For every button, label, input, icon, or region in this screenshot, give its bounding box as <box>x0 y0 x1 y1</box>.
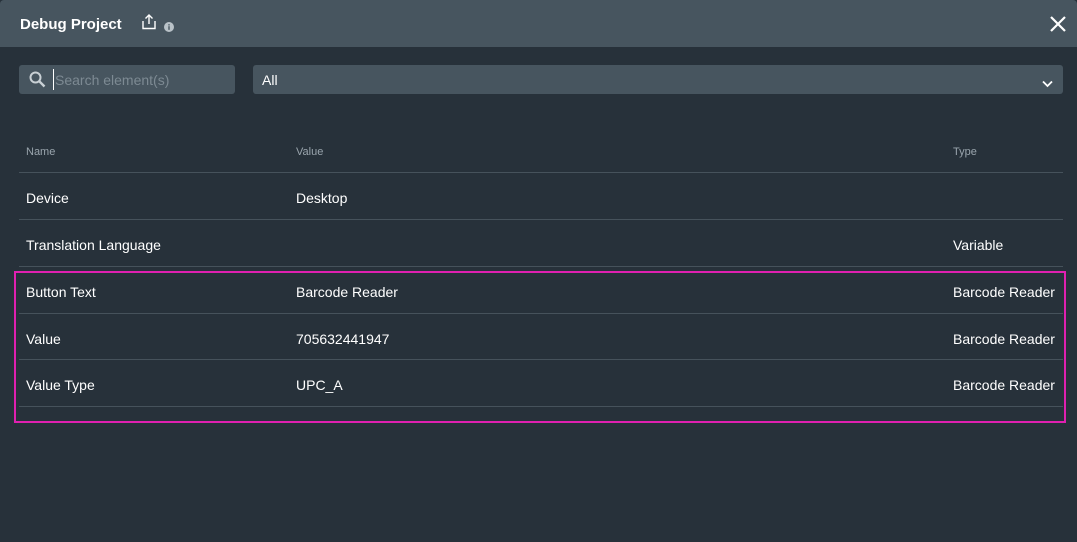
table-row[interactable]: Button Text Barcode Reader Barcode Reade… <box>19 267 1063 314</box>
column-header-value: Value <box>296 146 324 158</box>
table-row[interactable]: Value 705632441947 Barcode Reader <box>19 314 1063 360</box>
cell-value: 705632441947 <box>296 331 390 347</box>
table-row[interactable]: Value Type UPC_A Barcode Reader <box>19 360 1063 407</box>
dialog-title: Debug Project <box>20 16 122 33</box>
cell-value: Desktop <box>296 190 348 206</box>
search-icon <box>29 71 46 88</box>
cell-type: Barcode Reader <box>953 377 1055 393</box>
table-header: Name Value Type <box>19 130 1063 173</box>
cell-type: Barcode Reader <box>953 284 1055 300</box>
debug-table: Name Value Type Device Desktop Translati… <box>19 130 1063 407</box>
cell-name: Device <box>26 190 69 206</box>
cell-value: UPC_A <box>296 377 343 393</box>
cell-name: Value <box>26 331 61 347</box>
info-icon[interactable] <box>164 19 174 32</box>
column-header-name: Name <box>26 146 56 158</box>
close-icon[interactable] <box>1049 15 1067 33</box>
cell-value: Barcode Reader <box>296 284 398 300</box>
cell-name: Button Text <box>26 284 96 300</box>
cell-name: Translation Language <box>26 237 161 253</box>
column-header-type: Type <box>953 146 977 158</box>
search-box <box>19 65 235 94</box>
filter-select[interactable]: All <box>253 65 1063 94</box>
cell-type: Barcode Reader <box>953 331 1055 347</box>
share-export-icon[interactable] <box>141 14 157 30</box>
search-input[interactable] <box>53 69 229 90</box>
chevron-down-icon <box>1042 75 1053 88</box>
cell-name: Value Type <box>26 377 95 393</box>
filter-selected-value: All <box>262 72 278 88</box>
cell-type: Variable <box>953 237 1004 253</box>
table-row[interactable]: Device Desktop <box>19 173 1063 220</box>
table-row[interactable]: Translation Language Variable <box>19 220 1063 267</box>
dialog-titlebar: Debug Project <box>0 0 1077 47</box>
